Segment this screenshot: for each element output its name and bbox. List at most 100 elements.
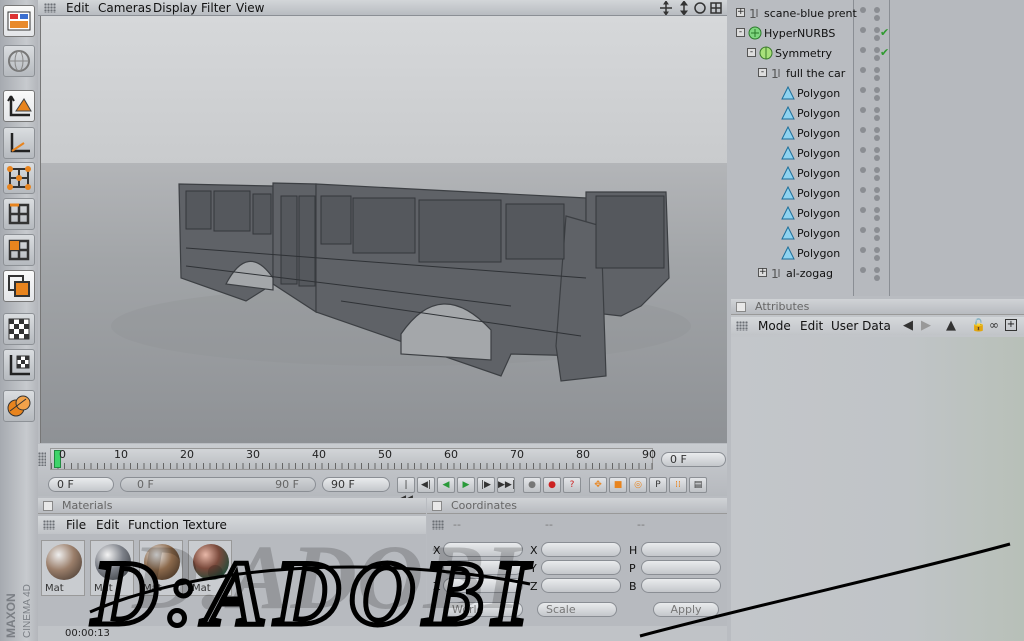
visibility-dot-icon[interactable] — [874, 207, 880, 213]
visibility-dot-icon[interactable] — [860, 167, 866, 173]
texture-axis-icon[interactable] — [3, 349, 35, 381]
prev-frame-icon[interactable]: ◀| — [417, 477, 435, 493]
visibility-dot-icon[interactable] — [874, 247, 880, 253]
polygons-mode-icon[interactable] — [3, 234, 35, 266]
visibility-dot-icon[interactable] — [860, 247, 866, 253]
panel-grip-icon[interactable] — [432, 520, 444, 530]
materials-menu-edit[interactable]: Edit — [96, 518, 119, 532]
visibility-dot-icon[interactable] — [860, 47, 866, 53]
object-row[interactable]: Polygon — [731, 183, 1024, 203]
visibility-dot-icon[interactable] — [874, 107, 880, 113]
timeline-ruler[interactable] — [50, 448, 654, 470]
size-z-field[interactable] — [541, 578, 621, 593]
menu-cameras[interactable]: Cameras — [98, 1, 151, 15]
menu-view[interactable]: View — [236, 1, 264, 15]
up-arrow-icon[interactable]: ▲ — [946, 318, 956, 333]
animation-mode-icon[interactable] — [3, 390, 35, 422]
object-row[interactable]: Polygon — [731, 203, 1024, 223]
visibility-dot-icon[interactable] — [874, 267, 880, 273]
key-position-icon[interactable]: ✥ — [589, 477, 607, 493]
new-panel-icon[interactable]: + — [1005, 319, 1017, 331]
enabled-check-icon[interactable]: ✔ — [880, 46, 889, 59]
visibility-dot-icon[interactable] — [874, 275, 880, 281]
apply-button[interactable]: Apply — [653, 602, 719, 617]
play-forward-icon[interactable]: ▶ — [457, 477, 475, 493]
visibility-dot-icon[interactable] — [874, 15, 880, 21]
visibility-dot-icon[interactable] — [860, 87, 866, 93]
enabled-check-icon[interactable]: ✔ — [880, 26, 889, 39]
goto-end-icon[interactable]: ▶▶| — [497, 477, 515, 493]
next-frame-icon[interactable]: |▶ — [477, 477, 495, 493]
start-frame-field[interactable]: 0 F — [48, 477, 114, 492]
visibility-dot-icon[interactable] — [874, 7, 880, 13]
visibility-dot-icon[interactable] — [874, 75, 880, 81]
rot-h-field[interactable] — [641, 542, 721, 557]
rot-b-field[interactable] — [641, 578, 721, 593]
visibility-dot-icon[interactable] — [874, 127, 880, 133]
object-row[interactable]: Polygon — [731, 83, 1024, 103]
panel-grip-icon[interactable] — [44, 3, 56, 13]
texture-mode-icon[interactable] — [3, 313, 35, 345]
pos-x-field[interactable] — [443, 542, 523, 557]
key-rotation-icon[interactable]: ◎ — [629, 477, 647, 493]
visibility-dot-icon[interactable] — [860, 207, 866, 213]
coord-mode-select[interactable]: World — [443, 602, 523, 617]
visibility-dot-icon[interactable] — [874, 167, 880, 173]
attributes-menu-mode[interactable]: Mode — [758, 319, 791, 333]
key-param-icon[interactable]: P — [649, 477, 667, 493]
collapse-icon[interactable]: - — [747, 48, 756, 57]
visibility-dot-icon[interactable] — [874, 135, 880, 141]
visibility-dot-icon[interactable] — [860, 67, 866, 73]
record-icon[interactable]: ● — [523, 477, 541, 493]
visibility-dot-icon[interactable] — [860, 27, 866, 33]
play-backward-icon[interactable]: ◀ — [437, 477, 455, 493]
panel-grip-icon[interactable] — [736, 321, 748, 331]
current-frame-field[interactable]: 0 F — [661, 452, 726, 467]
visibility-dot-icon[interactable] — [860, 147, 866, 153]
visibility-dot-icon[interactable] — [874, 215, 880, 221]
link-icon[interactable]: ∞ — [989, 318, 999, 332]
attributes-menu-userdata[interactable]: User Data — [831, 319, 891, 333]
object-row[interactable]: - HyperNURBS ✔ — [731, 23, 1024, 43]
materials-menu-function[interactable]: Function — [128, 518, 179, 532]
expand-icon[interactable]: + — [736, 8, 745, 17]
3d-viewport[interactable] — [40, 16, 727, 443]
collapse-icon[interactable]: - — [758, 68, 767, 77]
key-scale-icon[interactable]: ■ — [609, 477, 627, 493]
key-pla-icon[interactable]: ⁞⁞ — [669, 477, 687, 493]
visibility-dot-icon[interactable] — [860, 267, 866, 273]
size-x-field[interactable] — [541, 542, 621, 557]
visibility-dot-icon[interactable] — [874, 175, 880, 181]
visibility-dot-icon[interactable] — [860, 7, 866, 13]
visibility-dot-icon[interactable] — [874, 187, 880, 193]
materials-panel-checkbox[interactable] — [43, 501, 53, 511]
visibility-dot-icon[interactable] — [860, 187, 866, 193]
material-swatch[interactable]: Mat — [188, 540, 232, 596]
frame-range-slider[interactable]: 0 F 90 F — [120, 477, 316, 492]
visibility-dot-icon[interactable] — [874, 147, 880, 153]
menu-edit[interactable]: Edit — [66, 1, 89, 15]
undo-world-icon[interactable] — [3, 45, 35, 77]
visibility-dot-icon[interactable] — [874, 115, 880, 121]
object-row[interactable]: Polygon — [731, 143, 1024, 163]
visibility-dot-icon[interactable] — [874, 235, 880, 241]
timeline-settings-icon[interactable]: ▤ — [689, 477, 707, 493]
lock-icon[interactable]: 🔓 — [971, 318, 986, 332]
visibility-dot-icon[interactable] — [874, 87, 880, 93]
rot-p-field[interactable] — [641, 560, 721, 575]
object-row[interactable]: - Symmetry ✔ — [731, 43, 1024, 63]
visibility-dot-icon[interactable] — [874, 227, 880, 233]
pos-y-field[interactable] — [443, 560, 523, 575]
forward-arrow-icon[interactable]: ▶ — [921, 318, 931, 333]
attributes-menu-edit[interactable]: Edit — [800, 319, 823, 333]
keyframe-help-icon[interactable]: ? — [563, 477, 581, 493]
size-y-field[interactable] — [541, 560, 621, 575]
timeline-grip-icon[interactable] — [38, 452, 46, 466]
object-row[interactable]: +1 scane-blue prent — [731, 3, 1024, 23]
visibility-dot-icon[interactable] — [860, 127, 866, 133]
uv-mode-icon[interactable] — [3, 270, 35, 302]
object-row[interactable]: Polygon — [731, 163, 1024, 183]
menu-filter[interactable]: Filter — [201, 1, 231, 15]
visibility-dot-icon[interactable] — [860, 107, 866, 113]
attributes-panel-checkbox[interactable] — [736, 302, 746, 312]
